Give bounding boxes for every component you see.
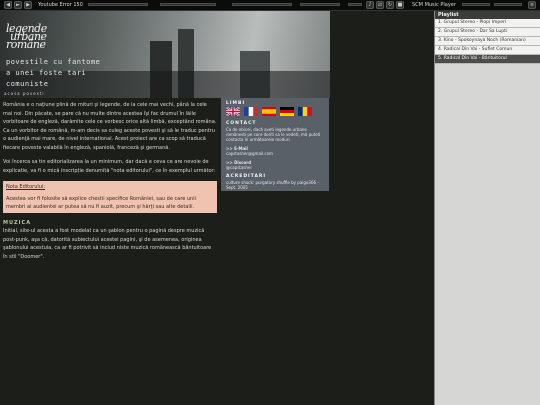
discord-link[interactable]: @capstasher: [226, 165, 324, 170]
volume-icon[interactable]: ♪: [366, 1, 374, 9]
mini-track-1[interactable]: [462, 3, 490, 6]
volume-track[interactable]: [300, 3, 340, 6]
editor-note-body: Acestea vor fi folosite să explice chest…: [6, 195, 197, 211]
playlist-item[interactable]: 1. Grupul Stereo - Plopi Imperi: [435, 19, 540, 28]
article-body: România e o naţiune plină de mituri şi l…: [3, 101, 217, 267]
playlist-title: Playlist: [435, 11, 540, 19]
menu-icon[interactable]: ≡: [528, 1, 536, 9]
tagline-2: a unei foste tari: [6, 69, 87, 77]
play-icon[interactable]: ►: [14, 1, 22, 9]
next-icon[interactable]: ▶: [24, 1, 32, 9]
stop-icon[interactable]: ■: [396, 1, 404, 9]
contact-heading: CONTACT: [226, 121, 257, 126]
music-paragraph: Initial, site-ul acesta a fost modelat c…: [3, 228, 212, 260]
playlist-panel: Playlist 1. Grupul Stereo - Plopi Imperi…: [434, 11, 540, 405]
mini-track-2[interactable]: [494, 3, 522, 6]
header-banner: legende urbane române povestile cu fanto…: [0, 11, 330, 98]
app-name: SCM Music Player: [412, 2, 456, 8]
language-flags: [226, 107, 324, 116]
music-player-bar: ◀ ► ▶ Youtube Error 150 ♪ ⇄ ↻ ■ SCM Musi…: [0, 0, 540, 11]
shuffle-icon[interactable]: ⇄: [376, 1, 384, 9]
romania-flag[interactable]: [298, 107, 312, 116]
seek-track[interactable]: [160, 3, 216, 6]
site-logo[interactable]: legende urbane române: [6, 23, 47, 51]
spain-flag[interactable]: [262, 107, 276, 116]
contact-text: Ca de obicei, dacă aveti legende urbane …: [226, 127, 321, 142]
playlist-item[interactable]: 3. Kino - Spokoynaya Noch (Romanian): [435, 37, 540, 46]
credits-heading: ACREDITARI: [226, 174, 267, 179]
tagline-3: comuniste: [6, 80, 49, 88]
info-sidebar: LIMBI CONTACT Ca de obicei, dacă aveti l…: [221, 98, 329, 191]
main-page: legende urbane române povestile cu fanto…: [0, 11, 434, 405]
editor-note-box: Nota Editorului: Acestea vor fi folosite…: [3, 181, 217, 213]
nav-links[interactable]: acasa povesti: [4, 91, 45, 96]
volume-knob-track[interactable]: [348, 3, 362, 6]
playlist-item[interactable]: 4. Radical Din Vai - Suflet Comun: [435, 46, 540, 55]
playlist-item-active[interactable]: 5. Radical Din Vai - Bântuitorul: [435, 55, 540, 64]
prev-icon[interactable]: ◀: [4, 1, 12, 9]
intro-paragraph: România e o naţiune plină de mituri şi l…: [3, 102, 217, 151]
tagline-1: povestile cu fantome: [6, 58, 101, 66]
editor-note-title: Nota Editorului:: [6, 184, 46, 190]
france-flag[interactable]: [244, 107, 258, 116]
germany-flag[interactable]: [280, 107, 294, 116]
progress-track[interactable]: [88, 3, 148, 6]
repeat-icon[interactable]: ↻: [386, 1, 394, 9]
credits-text: culture shock: purgatory shuffle by paig…: [226, 180, 319, 190]
editor-paragraph: Voi încerca sa tin editorializarea la un…: [3, 159, 216, 174]
track-title: Youtube Error 150: [38, 2, 83, 8]
playlist-item[interactable]: 2. Grupul Stereo - Dar Sa Lupti: [435, 28, 540, 37]
languages-heading: LIMBI: [226, 101, 246, 106]
music-heading: MUZICA: [3, 219, 32, 226]
uk-flag[interactable]: [226, 107, 240, 116]
email-link[interactable]: capstasher@gmail.com: [226, 151, 324, 156]
logo-line-3: române: [6, 38, 46, 51]
buffer-track[interactable]: [232, 3, 292, 6]
